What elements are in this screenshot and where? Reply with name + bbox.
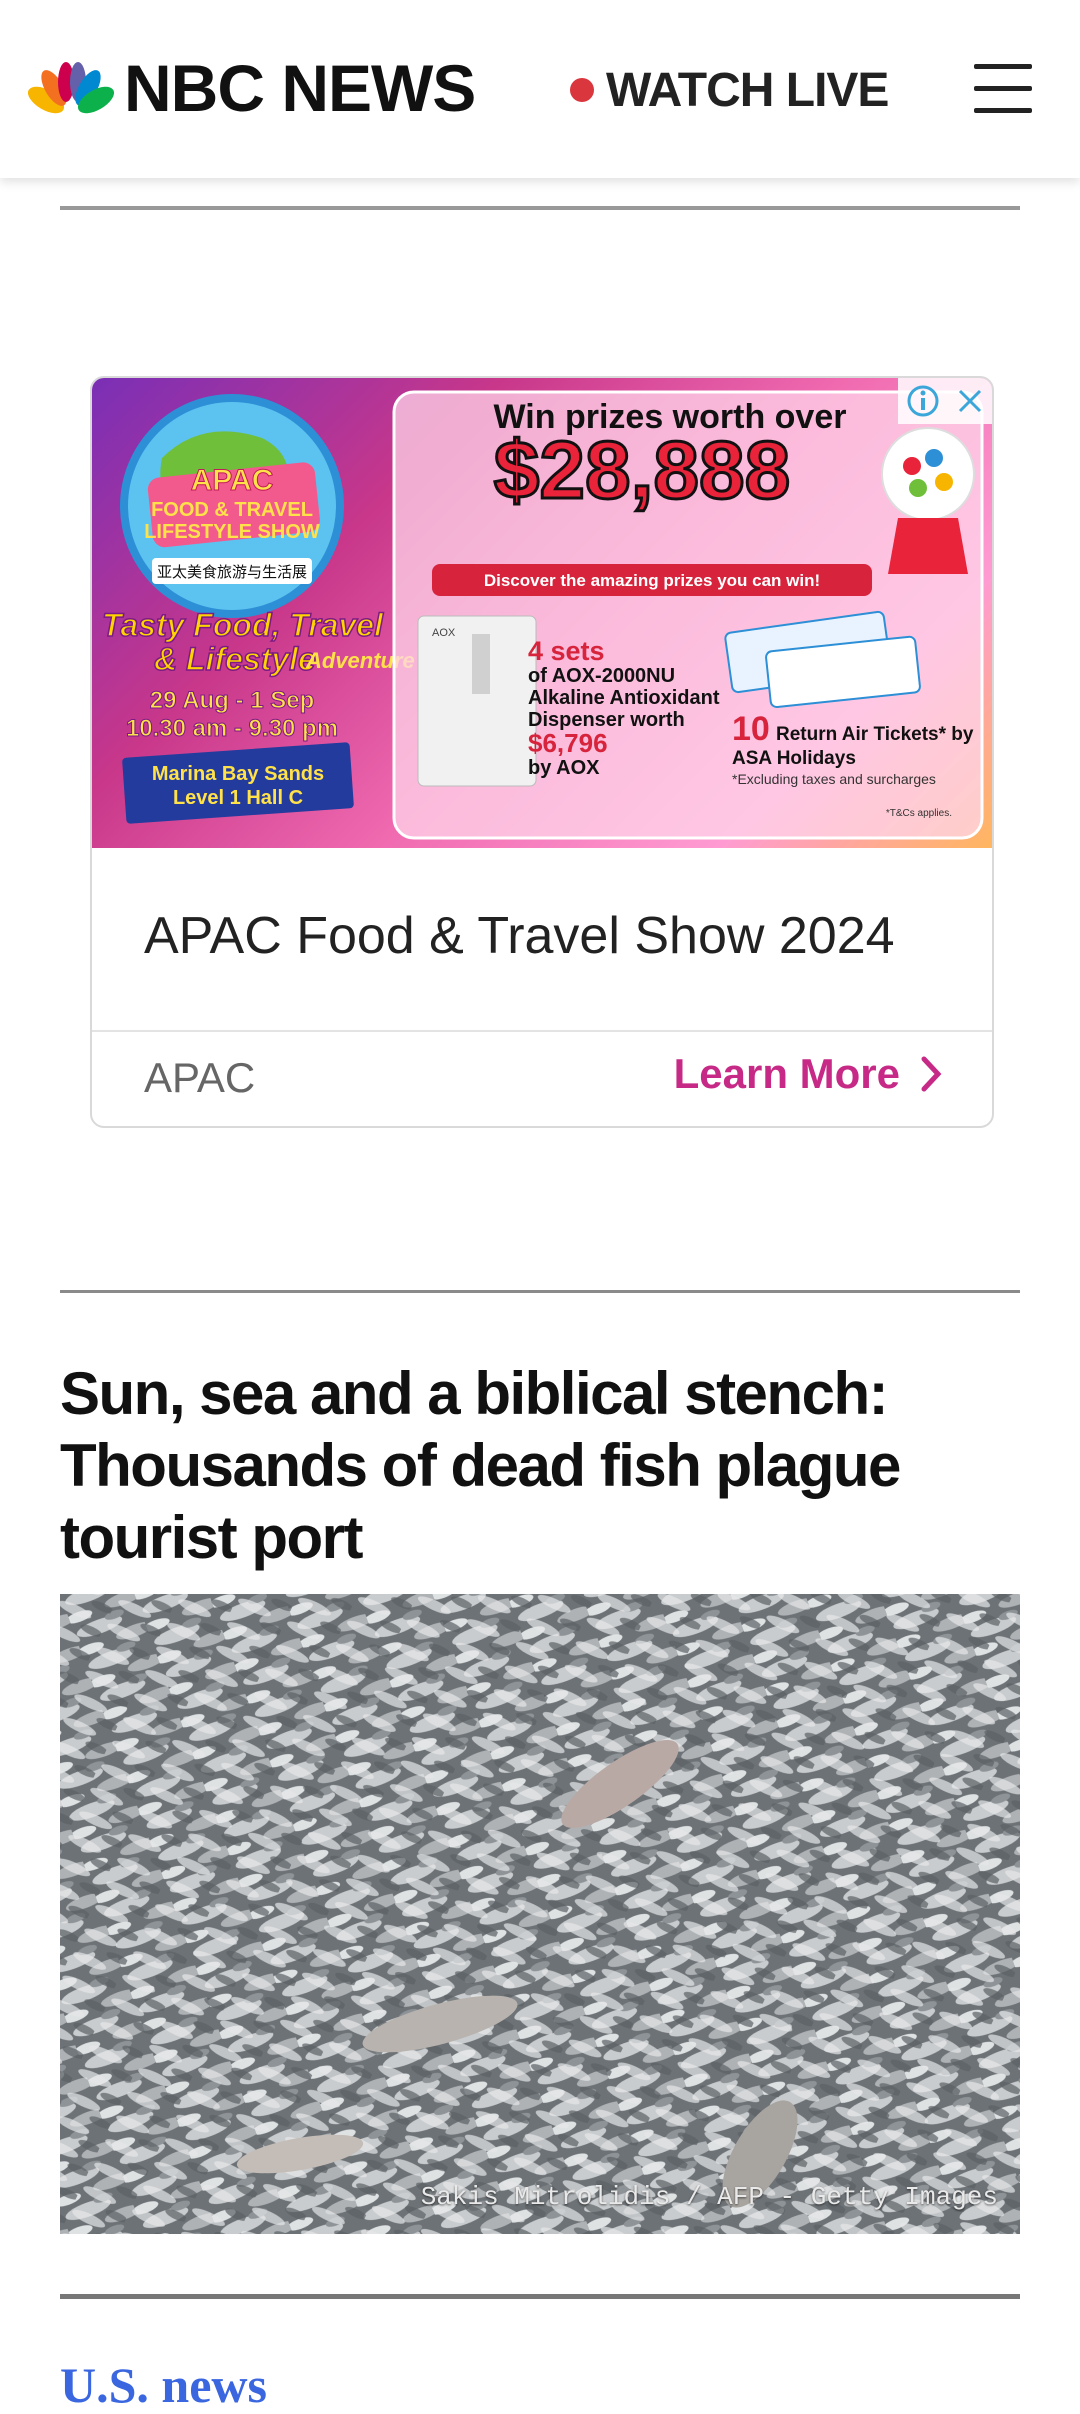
hamburger-menu-icon[interactable]: [974, 62, 1032, 114]
nbc-peacock-icon[interactable]: [28, 58, 114, 120]
learn-more-label: Learn More: [673, 1050, 900, 1097]
ad-footer: APAC Learn More: [92, 1030, 992, 1126]
ad-tagline-2: & Lifestyle: [154, 641, 316, 677]
ad-prize-amount: $28,888: [494, 425, 790, 516]
ad-badge-chinese: 亚太美食旅游与生活展: [157, 563, 307, 581]
ad-prize1-by: by AOX: [528, 757, 600, 779]
ad-body: APAC Food & Travel Show 2024: [92, 848, 992, 1032]
ad-prize1-count: 4 sets: [528, 636, 605, 666]
site-header: NBC NEWS WATCH LIVE: [0, 0, 1080, 178]
ad-hours: 10.30 am - 9.30 pm: [126, 715, 338, 742]
story-image[interactable]: Sakis Mitrolidis / AFP - Getty Images: [60, 1594, 1020, 2234]
section-link-us-news[interactable]: U.S. news: [60, 2356, 267, 2414]
ad-badge-line-1: APAC: [191, 464, 274, 497]
ad-prize1-desc-1: of AOX-2000NU: [528, 665, 675, 687]
top-divider: [60, 206, 1020, 210]
ad-dates: 29 Aug - 1 Sep: [150, 687, 314, 714]
sponsored-ad-card[interactable]: APAC FOOD & TRAVEL LIFESTYLE SHOW 亚太美食旅游…: [90, 376, 994, 1128]
brand-wordmark[interactable]: NBC NEWS: [124, 52, 476, 124]
live-indicator-icon: [570, 78, 594, 102]
ad-info-icon[interactable]: [906, 384, 940, 418]
ad-prize2-desc-1: Return Air Tickets* by: [776, 724, 974, 745]
ad-tagline-1: Tasty Food, Travel: [102, 607, 384, 643]
dead-fish-photo: [60, 1594, 1020, 2234]
image-credit: Sakis Mitrolidis / AFP - Getty Images: [420, 2182, 998, 2212]
ad-title[interactable]: APAC Food & Travel Show 2024: [144, 906, 895, 966]
chevron-right-icon: [921, 1056, 942, 1092]
ad-banner-art: APAC FOOD & TRAVEL LIFESTYLE SHOW 亚太美食旅游…: [101, 390, 984, 840]
ad-prize1-desc-2: Alkaline Antioxidant: [528, 687, 720, 709]
ad-badge-line-2: FOOD & TRAVEL: [151, 499, 313, 521]
ad-prize2-desc-2: ASA Holidays: [732, 748, 856, 769]
ad-sponsor-name: APAC: [144, 1054, 256, 1101]
ad-prize2-note: *Excluding taxes and surcharges: [732, 771, 936, 787]
ad-bottom-divider: [60, 1290, 1020, 1293]
ad-prize2-count: 10: [732, 710, 770, 748]
ad-badge-line-3: LIFESTYLE SHOW: [144, 521, 320, 543]
ad-close-icon[interactable]: [955, 386, 985, 416]
ad-prize1-value: $6,796: [528, 728, 608, 758]
ad-prize-cta: Discover the amazing prizes you can win!: [484, 571, 820, 590]
ad-prize1-brand: AOX: [432, 627, 456, 639]
story-headline[interactable]: Sun, sea and a biblical stench: Thousand…: [60, 1358, 1020, 1574]
ad-tcs: *T&Cs applies.: [886, 808, 952, 819]
ad-venue-1: Marina Bay Sands: [152, 763, 324, 785]
story-bottom-divider: [60, 2294, 1020, 2299]
learn-more-button[interactable]: Learn More: [674, 1050, 944, 1098]
watch-live-link[interactable]: WATCH LIVE: [570, 62, 889, 118]
ad-banner[interactable]: APAC FOOD & TRAVEL LIFESTYLE SHOW 亚太美食旅游…: [92, 378, 992, 848]
ad-choices-controls: [898, 378, 992, 424]
watch-live-label: WATCH LIVE: [606, 63, 889, 117]
ad-venue-2: Level 1 Hall C: [173, 787, 303, 809]
